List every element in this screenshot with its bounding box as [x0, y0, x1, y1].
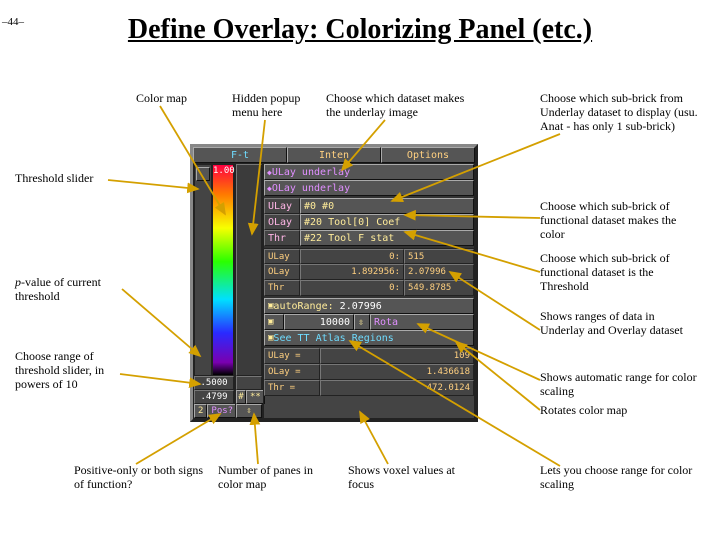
page-title: Define Overlay: Colorizing Panel (etc.): [0, 14, 720, 46]
rota-button[interactable]: Rota: [370, 314, 474, 330]
gradient-top-value: 1.00: [213, 166, 235, 176]
note-pval: p-value of current threshold: [15, 276, 125, 304]
note-subbrick-thr: Choose which sub-brick of functional dat…: [540, 252, 700, 293]
note-hidden-popup: Hidden popup menu here: [232, 92, 312, 120]
thr-exp-stepper[interactable]: 2: [194, 404, 207, 418]
range-ulay-0: 0:: [300, 249, 404, 264]
note-rota: Rotates color map: [540, 404, 700, 418]
thr-label: Thr: [264, 230, 300, 246]
pos-toggle[interactable]: Pos?: [207, 404, 237, 418]
range-stepper-icon[interactable]: ⇳: [354, 314, 370, 330]
note-subbrick-color: Choose which sub-brick of functional dat…: [540, 200, 700, 241]
autorange-value: 2.07996: [340, 301, 382, 312]
autorange-toggle[interactable]: autoRange: 2.07996: [264, 298, 474, 314]
note-auto-range: Shows automatic range for color scaling: [540, 371, 700, 399]
range-thr-0: 0:: [300, 280, 404, 296]
range-olay-1: 2.07996: [404, 264, 474, 280]
range-input[interactable]: 10000: [284, 314, 354, 330]
range-ulay-1: 515: [404, 249, 474, 264]
ulay-underlay[interactable]: ULay underlay: [264, 164, 474, 180]
note-colormap: Color map: [136, 92, 187, 106]
inten-button[interactable]: Inten: [287, 147, 381, 163]
tt-atlas-toggle[interactable]: See TT Atlas Regions: [264, 330, 474, 346]
range-ulay-label: ULay: [264, 249, 300, 264]
olay-label: OLay: [264, 214, 300, 230]
slider-grip[interactable]: [196, 167, 210, 181]
note-underlay-ds: Choose which dataset makes the underlay …: [326, 92, 476, 120]
note-range-slider: Choose range of threshold slider, in pow…: [15, 350, 125, 391]
range-thr-label: Thr: [264, 280, 300, 296]
note-panes: Number of panes in color map: [218, 464, 328, 492]
note-ranges: Shows ranges of data in Underlay and Ove…: [540, 310, 700, 338]
pval-readout: .5000: [194, 376, 234, 390]
focus-thr-value: 472.0124: [320, 380, 474, 396]
colorizing-panel: F-t Inten Options 1.00 .5000 .4799 2 Pos…: [190, 144, 478, 422]
autorange-label: autoRange:: [273, 301, 333, 312]
range-olay-0: 1.892956:: [300, 264, 404, 280]
options-button[interactable]: Options: [381, 147, 475, 163]
focus-olay-value: 1.436618: [320, 364, 474, 380]
focus-thr-label: Thr =: [264, 380, 320, 396]
threshold-slider[interactable]: [194, 164, 212, 376]
note-thresh-slider: Threshold slider: [15, 172, 93, 186]
ft-button[interactable]: F-t: [193, 147, 287, 163]
range-checkbox[interactable]: [264, 314, 284, 330]
note-voxel-focus: Shows voxel values at focus: [348, 464, 458, 492]
focus-ulay-value: 109: [320, 348, 474, 364]
thr-subbrick-select[interactable]: #22 Tool F stat: [300, 230, 474, 246]
spacer-cell: [236, 376, 262, 390]
olay-underlay[interactable]: OLay underlay: [264, 180, 474, 196]
header-row: F-t Inten Options: [193, 147, 475, 163]
panes-arrows[interactable]: ⇳: [236, 404, 262, 418]
note-user-range: Lets you choose range for color scaling: [540, 464, 700, 492]
focus-olay-label: OLay =: [264, 364, 320, 380]
note-subbrick-ul: Choose which sub-brick from Underlay dat…: [540, 92, 700, 133]
panes-label: #: [236, 390, 246, 404]
ulay-label: ULay: [264, 198, 300, 214]
range-thr-1: 549.8785: [404, 280, 474, 296]
ulay-subbrick-select[interactable]: #0 #0: [300, 198, 474, 214]
focus-ulay-label: ULay =: [264, 348, 320, 364]
colormap-gradient[interactable]: 1.00: [212, 164, 234, 376]
page-number: –44–: [2, 16, 24, 28]
hidden-popup-area[interactable]: [236, 164, 262, 376]
note-pval-rest: -value of current threshold: [15, 275, 101, 303]
olay-subbrick-select[interactable]: #20 Tool[0] Coef: [300, 214, 474, 230]
note-posneg: Positive-only or both signs of function?: [74, 464, 204, 492]
thr-exp-value: .4799: [194, 390, 234, 404]
range-olay-label: OLay: [264, 264, 300, 280]
